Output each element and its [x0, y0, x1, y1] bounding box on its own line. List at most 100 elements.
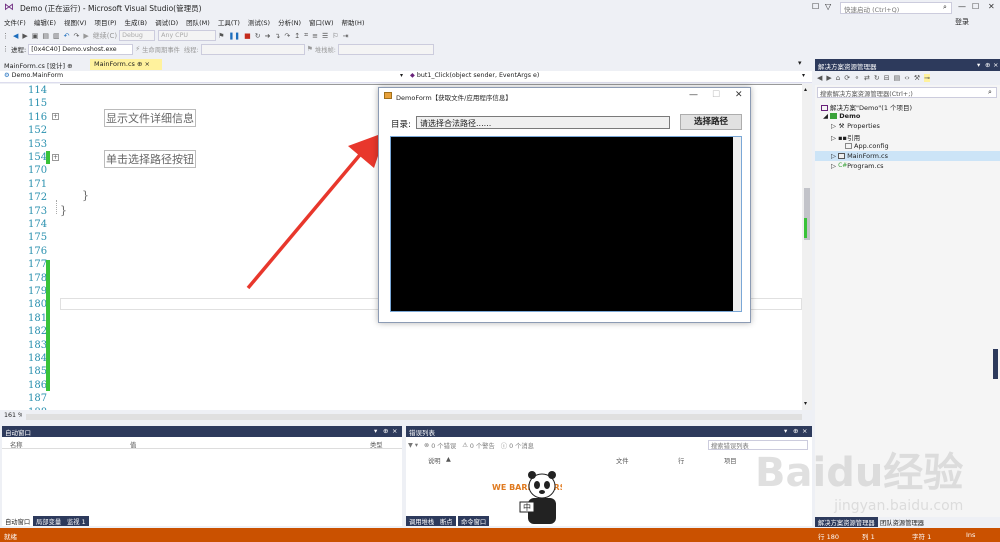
chevron-down-icon[interactable]: ▾ [400, 72, 403, 79]
menu-item[interactable]: 项目(P) [95, 17, 117, 27]
platform-select[interactable]: Any CPU [158, 30, 217, 41]
show-next-statement-icon[interactable]: ➜ [265, 32, 271, 40]
tab-autos[interactable]: 自动窗口 [2, 516, 34, 526]
home-icon[interactable]: ⌂ [836, 74, 840, 82]
continue-icon[interactable]: ▶ [83, 32, 88, 40]
solution-search-input[interactable]: 搜索解决方案资源管理器(Ctrl+;) [817, 87, 997, 98]
collapsed-icon[interactable]: ▷ [831, 152, 838, 160]
chevron-down-icon[interactable]: ▾ [977, 61, 980, 69]
chevron-down-icon[interactable]: ▾ [374, 427, 377, 435]
expand-region-icon[interactable]: + [52, 113, 59, 120]
config-select[interactable]: Debug [119, 30, 156, 41]
scroll-up-icon[interactable]: ▴ [804, 86, 807, 93]
menu-item[interactable]: 调试(D) [155, 17, 178, 27]
flag-icon[interactable]: ⚑ [307, 45, 313, 53]
path-input[interactable]: 请选择合法路径...... [416, 116, 670, 129]
tree-node-app-config[interactable]: App.config [845, 142, 889, 150]
pending-changes-icon[interactable]: ⚬ [854, 74, 860, 82]
new-file-icon[interactable]: ▣ [32, 32, 39, 40]
output-textbox[interactable] [390, 136, 742, 312]
tab-locals[interactable]: 局部变量 [33, 516, 65, 526]
warnings-toggle[interactable]: 0 个警告 [470, 441, 495, 450]
collapsed-icon[interactable]: ▷ [831, 134, 838, 142]
collapsed-icon[interactable]: ▷ [831, 162, 838, 170]
column-line[interactable]: 行 [678, 456, 684, 465]
bookmark-icon[interactable]: ⚐ [332, 32, 338, 40]
tab-mainform-designer[interactable]: MainForm.cs [设计] ⊕ [0, 59, 86, 70]
pin-icon[interactable]: ⊕ [985, 61, 990, 69]
chevron-down-icon[interactable]: ▾ [784, 427, 787, 435]
maximize-button[interactable]: ☐ [712, 90, 720, 100]
tab-mainform-code[interactable]: MainForm.cs ⊕ × [90, 59, 162, 70]
tree-node-mainform[interactable]: ▷ MainForm.cs [831, 152, 888, 160]
step-over-icon[interactable]: ↷ [284, 32, 290, 40]
stack-frame-select[interactable] [337, 43, 434, 55]
menu-item[interactable]: 视图(V) [64, 17, 87, 27]
collapsed-region[interactable]: 显示文件详细信息 [104, 109, 196, 127]
collapsed-region[interactable]: 单击选择路径按钮 [104, 150, 196, 168]
back-icon[interactable]: ◀ [13, 32, 18, 40]
back-icon[interactable]: ◀ [817, 74, 822, 82]
close-button[interactable]: ✕ [988, 2, 995, 11]
pin-icon[interactable]: ⊕ [383, 427, 388, 435]
next-bookmark-icon[interactable]: ⇥ [343, 32, 349, 40]
show-all-files-icon[interactable]: ▤ [894, 74, 901, 82]
attach-icon[interactable]: ⚑ [218, 32, 224, 40]
stop-icon[interactable]: ■ [244, 32, 251, 40]
column-description[interactable]: 说明 [428, 456, 441, 465]
forward-icon[interactable]: ▶ [22, 32, 27, 40]
tab-watch-1[interactable]: 监视 1 [64, 516, 89, 526]
tab-command-window[interactable]: 命令窗口 [458, 516, 490, 526]
filter-icon[interactable]: ▼ ▾ [408, 442, 418, 449]
step-out-icon[interactable]: ↥ [294, 32, 300, 40]
refresh-icon[interactable]: ↻ [874, 74, 880, 82]
column-project[interactable]: 项目 [724, 456, 737, 465]
hex-icon[interactable]: ⌗ [304, 31, 308, 40]
zoom-select[interactable]: 161 % [2, 411, 22, 422]
menu-item[interactable]: 窗口(W) [309, 17, 334, 27]
tree-node-solution[interactable]: 解决方案"Demo"(1 个项目) [821, 102, 912, 112]
switch-views-icon[interactable]: ⟳ [844, 74, 850, 82]
lifecycle-label[interactable]: 生命周期事件 [142, 45, 180, 54]
quick-launch-input[interactable]: 快速启动 (Ctrl+Q) [840, 2, 952, 14]
process-select[interactable]: [0x4C40] Demo.vshost.exe [28, 43, 134, 55]
preview-icon[interactable]: ⊸ [924, 74, 930, 82]
pin-icon[interactable]: ⊕ [793, 427, 798, 435]
messages-toggle[interactable]: 0 个消息 [509, 441, 534, 450]
minimize-button[interactable]: — [958, 2, 966, 11]
expand-region-icon[interactable]: + [52, 154, 59, 161]
lifecycle-icon[interactable]: ⚡ [135, 45, 140, 53]
menu-item[interactable]: 工具(T) [218, 17, 240, 27]
scroll-down-icon[interactable]: ▾ [804, 400, 807, 407]
tab-call-stack[interactable]: 调用堆栈 [406, 516, 438, 526]
close-button[interactable]: ✕ [735, 90, 743, 100]
comment-icon[interactable]: ☰ [322, 32, 328, 40]
filter-icon[interactable]: ▽ [825, 2, 831, 11]
close-icon[interactable]: × [392, 427, 397, 435]
tab-solution-explorer[interactable]: 解决方案资源管理器 [815, 517, 878, 527]
tab-overflow-icon[interactable]: ▾ [798, 59, 802, 67]
menu-item[interactable]: 帮助(H) [342, 17, 365, 27]
maximize-button[interactable]: ☐ [972, 2, 979, 11]
tree-node-references[interactable]: ▷ ▪▪引用 [831, 132, 860, 142]
tab-breakpoints[interactable]: 断点 [437, 516, 456, 526]
pause-icon[interactable]: ❚❚ [228, 32, 240, 40]
errors-toggle[interactable]: 0 个错误 [431, 441, 456, 450]
properties-icon[interactable]: ⚒ [914, 74, 920, 82]
collapse-all-icon[interactable]: ⊟ [884, 74, 890, 82]
continue-label[interactable]: 继续(C) [93, 31, 117, 41]
tree-node-properties[interactable]: ▷ ⚒ Properties [831, 122, 880, 130]
menu-item[interactable]: 生成(B) [125, 17, 148, 27]
feedback-icon[interactable]: ☐ [812, 2, 819, 11]
editor-vertical-scrollbar[interactable]: ▴ ▾ [802, 84, 812, 410]
menu-item[interactable]: 测试(S) [248, 17, 270, 27]
threads-icon[interactable]: ≡ [312, 32, 318, 40]
login-link[interactable]: 登录 [955, 17, 969, 27]
menu-item[interactable]: 分析(N) [278, 17, 301, 27]
minimize-button[interactable]: — [689, 90, 698, 100]
menu-item[interactable]: 文件(F) [4, 17, 26, 27]
thread-select[interactable] [200, 43, 305, 55]
close-icon[interactable]: × [145, 60, 150, 68]
view-code-icon[interactable]: ‹› [904, 74, 910, 82]
undo-icon[interactable]: ↶ [64, 32, 70, 40]
